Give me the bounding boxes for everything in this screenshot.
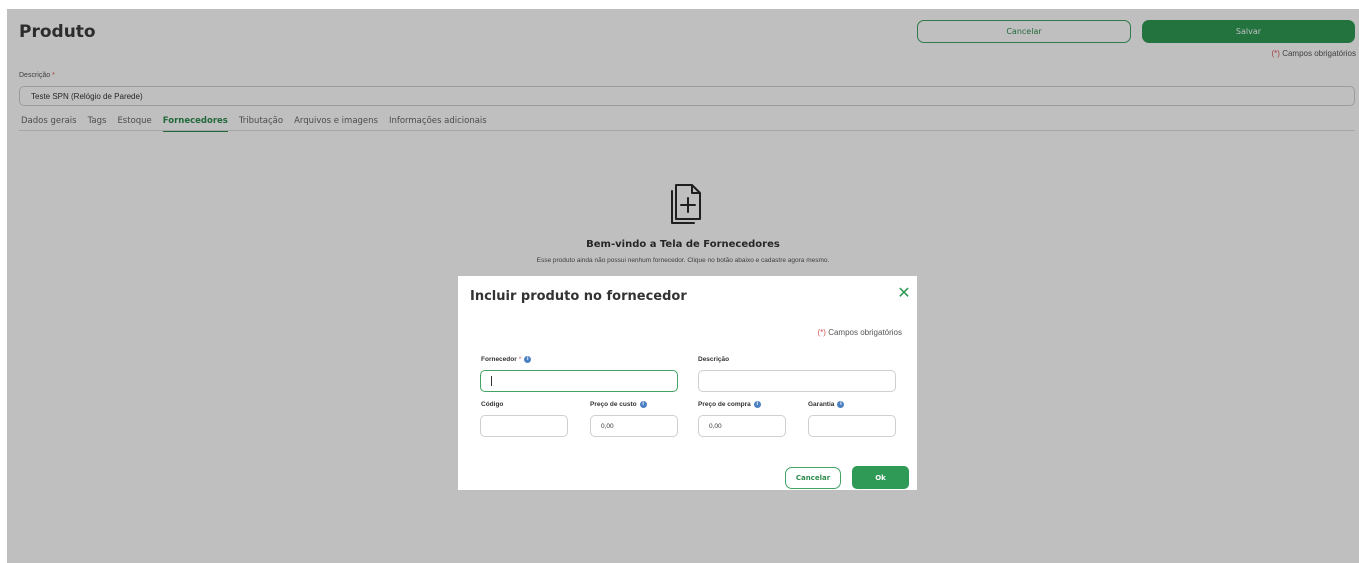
info-icon[interactable]: i [753,401,761,408]
code-label: Código [481,401,503,408]
code-input[interactable] [480,415,568,437]
supplier-input[interactable] [480,370,678,392]
purchase-price-label: Preço de compra i [698,401,761,408]
purchase-price-label-text: Preço de compra [698,401,751,408]
include-supplier-modal: Incluir produto no fornecedor ✕ (*) Camp… [458,276,917,490]
required-fields-text: Campos obrigatórios [828,328,902,337]
warranty-label-text: Garantia [808,401,835,408]
description-label: Descrição [698,356,729,363]
modal-title: Incluir produto no fornecedor [470,289,687,304]
code-label-text: Código [481,401,504,408]
warranty-input[interactable] [808,415,896,437]
supplier-label-text: Fornecedor [481,356,517,363]
modal-cancel-button[interactable]: Cancelar [785,467,841,489]
info-icon[interactable]: i [524,356,532,363]
supplier-label: Fornecedor * i [481,356,532,363]
description-label-text: Descrição [698,356,730,363]
text-cursor [491,376,492,386]
cost-price-label: Preço de custo i [590,401,647,408]
required-star: (*) [817,328,826,337]
info-icon[interactable]: i [639,401,647,408]
cost-price-label-text: Preço de custo [590,401,637,408]
purchase-price-input[interactable]: 0,00 [698,415,786,437]
warranty-label: Garantia i [808,401,845,408]
required-fields-note: (*) Campos obrigatórios [818,328,903,337]
info-icon[interactable]: i [837,401,845,408]
description-field[interactable] [698,370,896,392]
app-frame: Produto Cancelar Salvar (*) Campos obrig… [7,9,1359,563]
required-star: * [518,356,522,363]
close-icon[interactable]: ✕ [896,285,912,301]
cost-price-input[interactable]: 0,00 [590,415,678,437]
modal-ok-button[interactable]: Ok [852,466,909,489]
